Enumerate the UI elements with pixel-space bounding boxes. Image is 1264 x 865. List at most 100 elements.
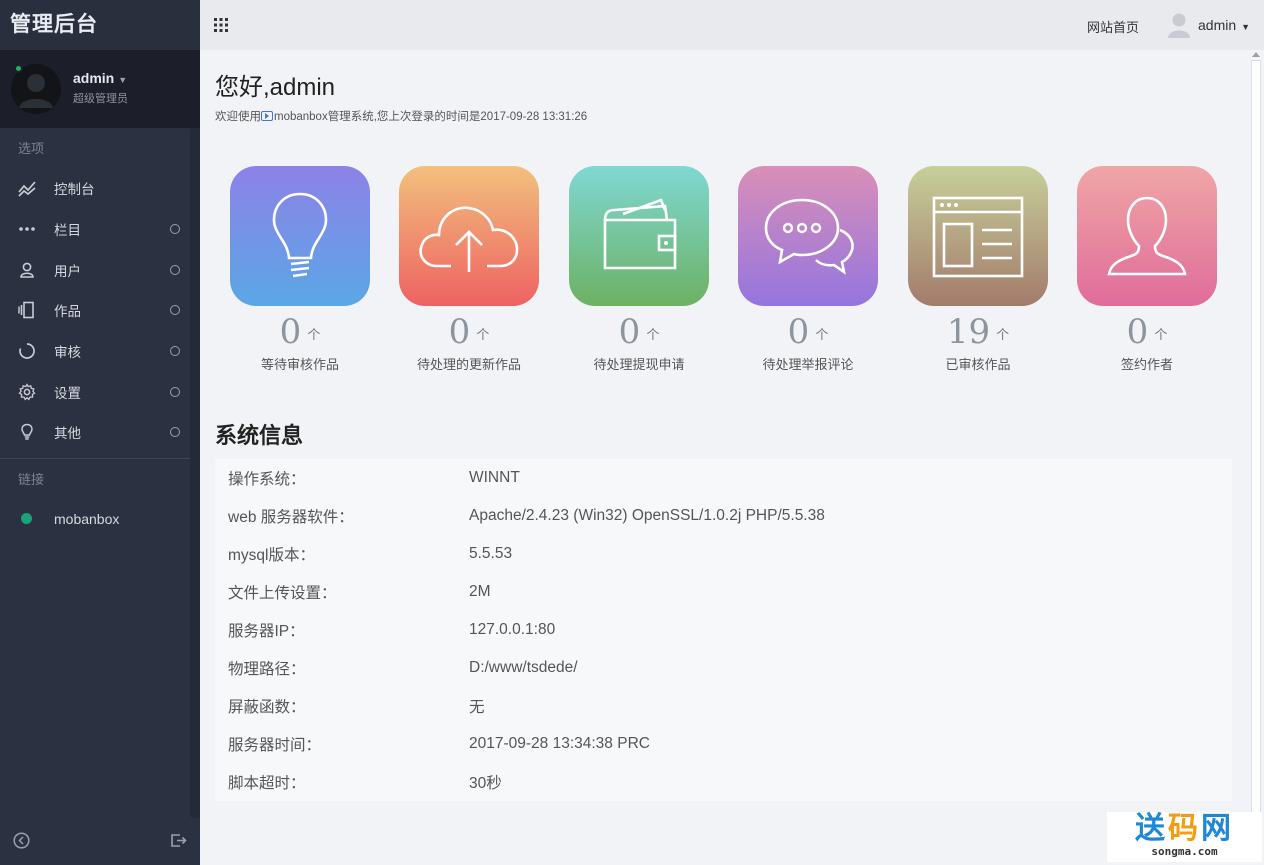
person-icon [1107, 196, 1187, 276]
sidebar-item-label: 栏目 [54, 223, 81, 239]
sidebar-item-label: 审核 [54, 345, 81, 361]
section-label-links: 链接 [18, 471, 45, 487]
sidebar-link-mobanbox[interactable]: mobanbox [0, 499, 200, 539]
collapse-sidebar-icon[interactable] [13, 832, 30, 849]
stat-card-reports[interactable]: 0个 待处理举报评论 [738, 166, 878, 373]
stat-tile [230, 166, 370, 306]
stat-value: 19 个 [946, 312, 1010, 352]
table-row: 物理路径： D:/www/tsdede/ [215, 649, 1232, 687]
stat-value: 0个 [1126, 312, 1168, 352]
green-dot-icon [21, 513, 32, 525]
pages-icon [17, 300, 37, 320]
sidebar-footer [0, 815, 200, 865]
sidebar: 管理后台 admin ▼ 超级管理员 选项 控制台 栏目 用户 作品 审核 设置… [0, 0, 200, 865]
expand-ring-icon [170, 305, 180, 316]
sidebar-item-label: 其他 [54, 426, 81, 442]
sidebar-item-label: 设置 [54, 385, 81, 401]
expand-ring-icon [170, 386, 180, 397]
gear-icon [17, 382, 37, 402]
info-key: 屏蔽函数： [228, 699, 306, 716]
top-user-menu[interactable]: admin ▼ [1198, 17, 1250, 33]
sidebar-item-works[interactable]: 作品 [0, 290, 200, 331]
user-icon [17, 260, 37, 280]
info-value: 5.5.53 [469, 545, 513, 562]
scroll-up-arrow-icon[interactable] [1252, 52, 1260, 57]
sidebar-link-label: mobanbox [54, 510, 120, 527]
browser-icon [932, 196, 1024, 278]
chart-line-icon [17, 178, 37, 198]
info-key: 服务器时间： [228, 737, 322, 754]
watermark-title: 送码网 [1135, 812, 1234, 845]
logout-icon[interactable] [170, 832, 187, 849]
main-content: 您好,admin 欢迎使用 mobanbox管理系统,您上次登录的时间是2017-… [200, 50, 1248, 865]
system-info-table: 操作系统： WINNT web 服务器软件： Apache/2.4.23 (Win3… [215, 459, 1232, 801]
table-row: web 服务器软件： Apache/2.4.23 (Win32) OpenSSL/… [215, 497, 1232, 535]
info-value: 127.0.0.1:80 [469, 621, 556, 638]
info-value: 2M [469, 583, 491, 600]
stat-card-withdrawals[interactable]: 0个 待处理提现申请 [569, 166, 709, 373]
expand-ring-icon [170, 427, 180, 438]
info-value: 无 [469, 699, 485, 716]
welcome-message: 欢迎使用 mobanbox管理系统,您上次登录的时间是2017-09-28 13:… [215, 111, 588, 123]
stats-row: 0个 等待审核作品 0个 待处理的更新作品 0 个 待处理提现申请 0 个 待处… [230, 166, 1220, 376]
stat-card-signed-authors[interactable]: 0个 签约作者 [1077, 166, 1217, 373]
main-scrollbar[interactable] [1248, 50, 1264, 865]
stat-label: 等待审核作品 [260, 357, 339, 372]
info-key: 脚本超时： [228, 775, 306, 792]
brand-title: 管理后台 [0, 0, 200, 50]
stat-label: 已审核作品 [945, 357, 1011, 372]
table-row: mysql版本： 5.5.53 [215, 535, 1232, 573]
section-label-options: 选项 [18, 141, 45, 156]
info-key: 服务器IP： [228, 623, 305, 640]
expand-ring-icon [170, 346, 180, 357]
sidebar-item-settings[interactable]: 设置 [0, 371, 200, 412]
stat-label: 待处理举报评论 [762, 357, 854, 372]
stat-card-reviewed-works[interactable]: 19 个 已审核作品 [908, 166, 1048, 373]
sidebar-item-other[interactable]: 其他 [0, 412, 200, 453]
stat-value: 0个 [448, 312, 490, 352]
info-key: 物理路径： [228, 661, 306, 678]
sidebar-item-label: 控制台 [54, 182, 95, 198]
stat-value: 0个 [618, 312, 660, 352]
wallet-icon [603, 198, 677, 270]
table-row: 服务器时间： 2017-09-28 13:34:38 PRC [215, 725, 1232, 763]
user-avatar-icon[interactable] [1168, 12, 1190, 38]
stat-card-pending-updates[interactable]: 0个 待处理的更新作品 [399, 166, 539, 373]
site-home-link[interactable]: 网站首页 [1087, 17, 1139, 36]
bulb-icon [17, 422, 37, 442]
play-badge-icon [261, 111, 273, 121]
chevron-down-icon: ▼ [118, 75, 128, 85]
sidebar-user-role: 超级管理员 [73, 93, 128, 105]
info-value: Apache/2.4.23 (Win32) OpenSSL/1.0.2j PHP… [469, 507, 825, 524]
info-value: D:/www/tsdede/ [469, 659, 578, 676]
chevron-down-icon: ▼ [1241, 22, 1251, 32]
sidebar-item-users[interactable]: 用户 [0, 249, 200, 290]
stat-tile [1077, 166, 1217, 306]
watermark-url: songma.com [1151, 845, 1218, 858]
sidebar-scrollbar[interactable] [190, 128, 200, 818]
bulb-icon [272, 192, 328, 278]
sidebar-item-dashboard[interactable]: 控制台 [0, 168, 200, 209]
info-key: web 服务器软件： [228, 509, 354, 526]
table-row: 操作系统： WINNT [215, 459, 1232, 497]
chat-icon [764, 198, 854, 275]
topbar: 网站首页 admin ▼ [200, 0, 1264, 50]
sidebar-item-columns[interactable]: 栏目 [0, 209, 200, 250]
stat-tile [569, 166, 709, 306]
sidebar-item-label: 作品 [54, 304, 81, 320]
sidebar-item-review[interactable]: 审核 [0, 331, 200, 372]
watermark-logo: 送码网 songma.com [1107, 812, 1262, 862]
table-row: 文件上传设置： 2M [215, 573, 1232, 611]
stat-label: 待处理提现申请 [593, 357, 685, 372]
sidebar-username[interactable]: admin ▼ [73, 70, 127, 86]
stat-card-pending-works[interactable]: 0个 等待审核作品 [230, 166, 370, 373]
scrollbar-thumb[interactable] [1251, 60, 1261, 820]
expand-ring-icon [170, 224, 180, 235]
sidebar-item-label: 用户 [54, 263, 81, 279]
table-row: 服务器IP： 127.0.0.1:80 [215, 611, 1232, 649]
info-value: 2017-09-28 13:34:38 PRC [469, 735, 650, 752]
sidebar-user-panel: admin ▼ 超级管理员 [0, 50, 200, 128]
system-info-title: 系统信息 [215, 423, 304, 448]
apps-grid-icon[interactable] [213, 17, 229, 33]
table-row: 屏蔽函数： 无 [215, 687, 1232, 725]
